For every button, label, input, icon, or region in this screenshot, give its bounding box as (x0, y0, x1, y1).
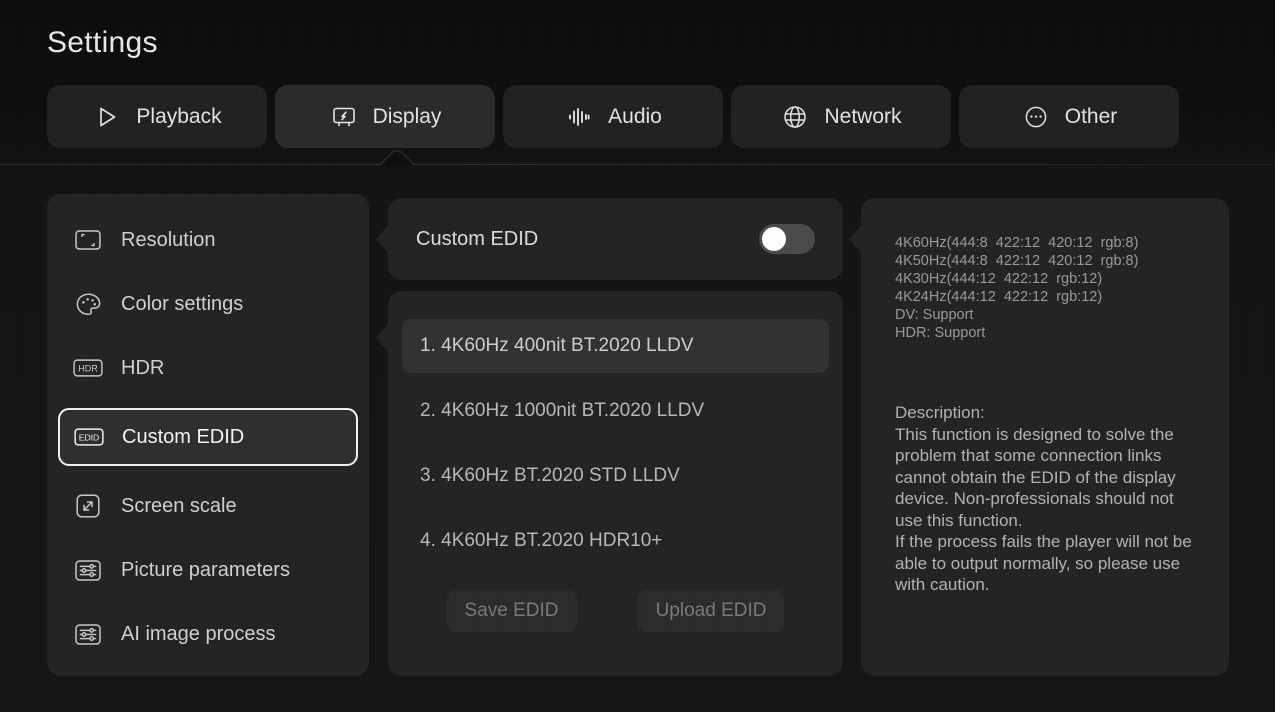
panel-notch-left (849, 224, 862, 254)
svg-text:EDID: EDID (79, 432, 100, 442)
edid-preset-label: 3. 4K60Hz BT.2020 STD LLDV (420, 465, 680, 486)
edid-capability-line: 4K30Hz(444:12 422:12 rgb:12) (895, 271, 1103, 287)
edid-badge-icon: EDID (74, 424, 104, 450)
edid-info-panel: 4K60Hz(444:8 422:12 420:12 rgb:8) 4K50Hz… (849, 198, 1229, 676)
sidebar-item-resolution[interactable]: Resolution (59, 216, 357, 264)
hdr-support-line: HDR: Support (895, 325, 986, 341)
play-triangle-icon (92, 102, 122, 132)
edid-preset-list-panel: 1. 4K60Hz 400nit BT.2020 LLDV 2. 4K60Hz … (376, 291, 843, 676)
sidebar-item-color-settings-label: Color settings (121, 292, 244, 315)
edid-action-buttons: Save EDID Upload EDID (388, 568, 843, 632)
header-divider (0, 164, 1275, 165)
svg-text:HDR: HDR (78, 363, 98, 373)
nav-list: Resolution Color settings HDR HDR EDID C… (47, 194, 369, 658)
expand-arrows-icon (73, 493, 103, 519)
description-block: Description: This function is designed t… (895, 402, 1201, 596)
description-paragraph-1: This function is designed to solve the p… (895, 424, 1176, 530)
monitor-bolt-icon (329, 102, 359, 132)
sidebar-item-screen-scale-label: Screen scale (121, 494, 237, 517)
panel-notch-left (376, 323, 389, 353)
edid-capability-line: 4K50Hz(444:8 422:12 420:12 rgb:8) (895, 253, 1139, 269)
save-edid-button[interactable]: Save EDID (446, 590, 577, 632)
sidebar-item-picture-parameters-label: Picture parameters (121, 558, 290, 581)
list-item[interactable]: 1. 4K60Hz 400nit BT.2020 LLDV (402, 319, 829, 373)
settings-screen: Settings Playback Display Audio Network … (0, 0, 1275, 712)
tab-network-label: Network (824, 104, 902, 128)
tab-other[interactable]: Other (959, 85, 1179, 148)
settings-tabbar: Playback Display Audio Network Other (47, 85, 1179, 148)
custom-edid-toggle-label: Custom EDID (416, 227, 539, 250)
sidebar-item-hdr-label: HDR (121, 356, 165, 379)
sidebar-item-ai-image-process[interactable]: AI image process (59, 610, 357, 658)
tab-network[interactable]: Network (731, 85, 951, 148)
tab-playback-label: Playback (136, 104, 222, 128)
palette-icon (73, 291, 103, 317)
panel-notch-left (376, 224, 389, 254)
description-heading: Description: (895, 403, 985, 422)
edid-preset-label: 4. 4K60Hz BT.2020 HDR10+ (420, 530, 663, 551)
ellipsis-circle-icon (1021, 102, 1051, 132)
sidebar-item-screen-scale[interactable]: Screen scale (59, 482, 357, 530)
edid-capability-list: 4K60Hz(444:8 422:12 420:12 rgb:8) 4K50Hz… (895, 234, 1201, 342)
description-paragraph-2: If the process fails the player will not… (895, 532, 1192, 594)
display-settings-nav-panel: Resolution Color settings HDR HDR EDID C… (47, 194, 369, 676)
hdr-badge-icon: HDR (73, 355, 103, 381)
edid-capability-line: 4K60Hz(444:8 422:12 420:12 rgb:8) (895, 235, 1139, 251)
sidebar-item-hdr[interactable]: HDR HDR (59, 344, 357, 392)
list-item[interactable]: 2. 4K60Hz 1000nit BT.2020 LLDV (402, 384, 829, 438)
list-item[interactable]: 4. 4K60Hz BT.2020 HDR10+ (402, 514, 829, 568)
globe-icon (780, 102, 810, 132)
screen-corners-icon (73, 227, 103, 253)
edid-info-content: 4K60Hz(444:8 422:12 420:12 rgb:8) 4K50Hz… (861, 198, 1229, 596)
active-tab-caret-icon (380, 150, 414, 166)
tab-audio[interactable]: Audio (503, 85, 723, 148)
sidebar-item-color-settings[interactable]: Color settings (59, 280, 357, 328)
toggle-knob (762, 227, 786, 251)
custom-edid-toggle-panel: Custom EDID (376, 198, 843, 280)
sidebar-item-resolution-label: Resolution (121, 228, 216, 251)
custom-edid-toggle-row[interactable]: Custom EDID (388, 198, 843, 280)
tab-display[interactable]: Display (275, 85, 495, 148)
upload-edid-button[interactable]: Upload EDID (637, 590, 785, 632)
sliders-icon (73, 557, 103, 583)
list-item[interactable]: 3. 4K60Hz BT.2020 STD LLDV (402, 449, 829, 503)
tab-display-label: Display (372, 104, 442, 128)
sidebar-item-ai-image-process-label: AI image process (121, 622, 276, 645)
tab-audio-label: Audio (608, 104, 662, 128)
waveform-icon (564, 102, 594, 132)
edid-preset-label: 2. 4K60Hz 1000nit BT.2020 LLDV (420, 400, 705, 421)
sliders-icon (73, 621, 103, 647)
tab-playback[interactable]: Playback (47, 85, 267, 148)
sidebar-item-custom-edid[interactable]: EDID Custom EDID (58, 408, 358, 466)
edid-preset-list: 1. 4K60Hz 400nit BT.2020 LLDV 2. 4K60Hz … (388, 291, 843, 568)
sidebar-item-custom-edid-label: Custom EDID (122, 425, 245, 448)
custom-edid-toggle-switch[interactable] (759, 224, 815, 254)
sidebar-item-picture-parameters[interactable]: Picture parameters (59, 546, 357, 594)
edid-preset-label: 1. 4K60Hz 400nit BT.2020 LLDV (420, 335, 694, 356)
page-title: Settings (47, 26, 158, 59)
edid-capability-line: 4K24Hz(444:12 422:12 rgb:12) (895, 289, 1103, 305)
tab-other-label: Other (1064, 104, 1118, 128)
dolby-vision-support-line: DV: Support (895, 307, 974, 323)
